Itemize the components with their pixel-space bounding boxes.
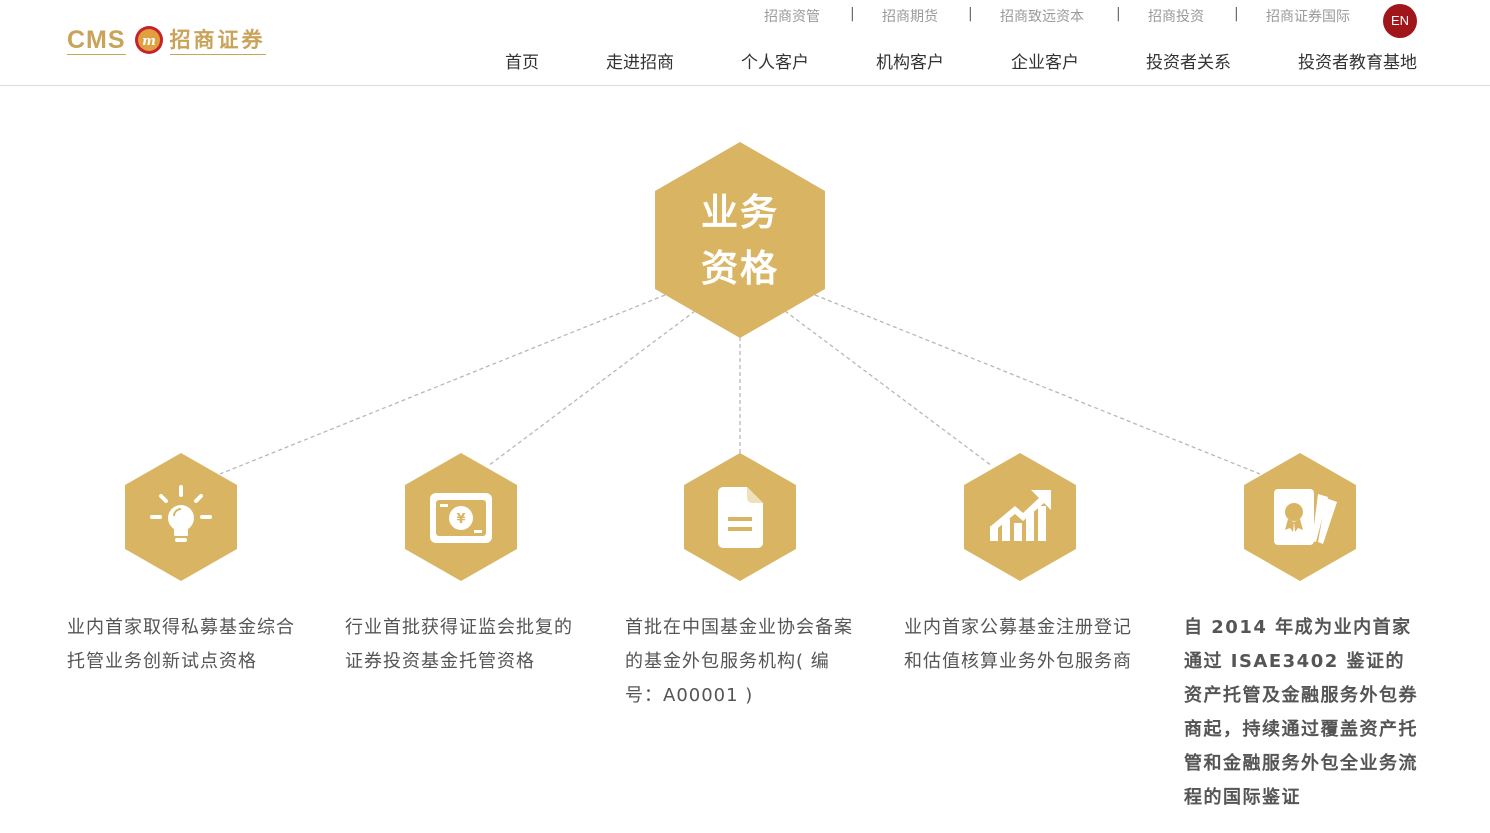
qualification-text: 首批在中国基金业协会备案的基金外包服务机构( 编号：A00001 ): [625, 617, 853, 706]
center-title-line: 业务: [701, 191, 779, 234]
qualification-text: 行业首批获得证监会批复的证券投资基金托管资格: [345, 617, 573, 672]
money-card-icon: ¥: [430, 493, 492, 543]
connector-line: [219, 294, 666, 475]
center-title-line: 资格: [701, 247, 779, 290]
center-title: 业务 资格: [655, 185, 825, 297]
qualification-text: 业内首家取得私募基金综合托管业务创新试点资格: [67, 617, 295, 672]
svg-text:¥: ¥: [456, 512, 465, 527]
qualification-text: 业内首家公募基金注册登记和估值核算业务外包服务商: [904, 617, 1132, 672]
lightbulb-icon: [150, 485, 212, 542]
document-icon: [718, 487, 763, 548]
rising-chart-icon: [990, 490, 1051, 541]
connector-line: [814, 294, 1261, 475]
qualification-text: 自 2014 年成为业内首家通过 ISAE3402 鉴证的资产托管及金融服务外包…: [1184, 617, 1418, 808]
certificate-icon: [1274, 489, 1337, 545]
